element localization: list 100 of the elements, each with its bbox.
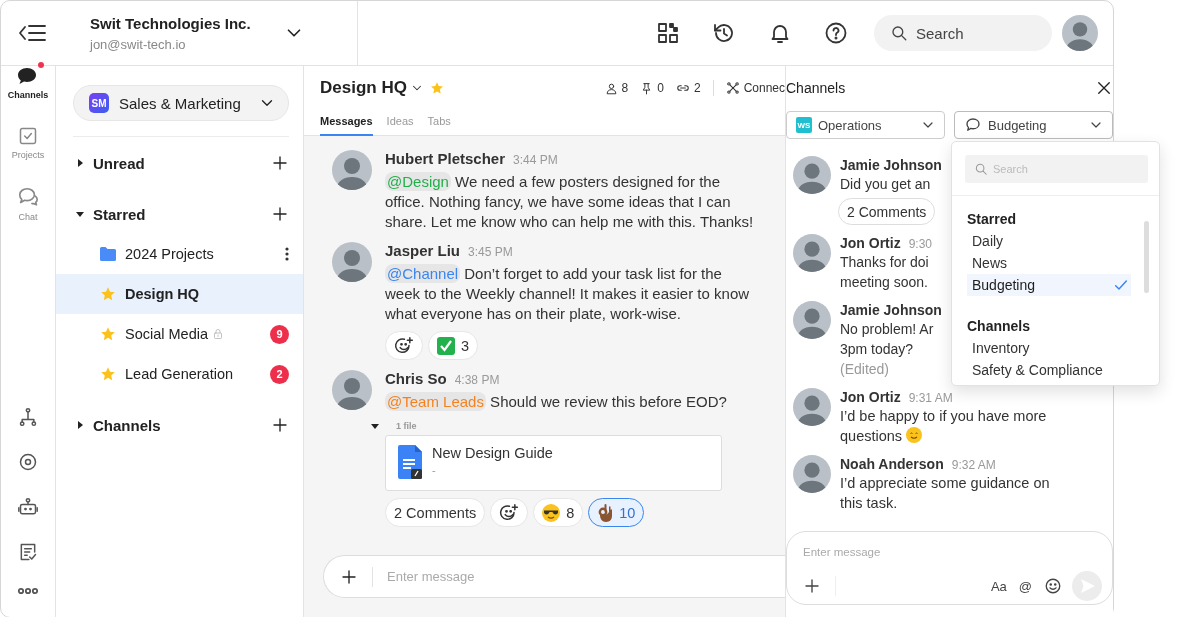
caret-down-icon[interactable]	[76, 210, 84, 218]
add-reaction-icon	[394, 335, 414, 356]
author-name: Chris So	[385, 370, 447, 387]
dropdown-item[interactable]: Safety & Compliance	[967, 359, 1131, 381]
dropdown-item[interactable]: News	[967, 252, 1131, 274]
avatar	[332, 370, 372, 410]
channel-item[interactable]: Social Media 9	[56, 314, 303, 354]
author-name: Jamie Johnson	[840, 302, 942, 318]
file-detail: -	[432, 464, 437, 476]
file-count: 1 file	[396, 421, 417, 431]
nav-item[interactable]: Chat	[1, 186, 55, 246]
smile-emoji-icon	[906, 427, 923, 443]
add-icon	[271, 154, 289, 172]
format-button[interactable]: Aa	[990, 578, 1007, 594]
author-name: Jon Ortiz	[840, 235, 901, 251]
avatar	[793, 388, 831, 426]
workspace-select[interactable]: WS Operations	[786, 111, 945, 139]
add-icon	[271, 416, 289, 434]
message-composer[interactable]: Enter message	[323, 555, 785, 598]
mention-button[interactable]: @	[1018, 578, 1032, 594]
chat-bubble-icon	[17, 66, 39, 86]
links-count[interactable]: 2	[675, 81, 701, 95]
scrollbar[interactable]	[1144, 221, 1149, 293]
apps-grid-icon	[656, 21, 680, 45]
section-title: Unread	[93, 154, 146, 172]
reaction-button[interactable]: 3	[428, 331, 479, 360]
search-field[interactable]: Search	[874, 15, 1052, 51]
file-name: New Design Guide	[432, 445, 553, 461]
avatar	[332, 242, 372, 282]
org-name: Swit Technologies Inc.	[90, 14, 252, 32]
dropdown-item[interactable]: Budgeting	[967, 274, 1131, 296]
add-reaction-button[interactable]	[490, 498, 529, 527]
connect-button[interactable]: Connec	[725, 81, 785, 95]
reaction-button[interactable]: 10	[588, 498, 645, 527]
author-name: Jon Ortiz	[840, 389, 901, 405]
section-title: Channels	[93, 416, 162, 434]
close-icon[interactable]	[1095, 79, 1113, 97]
message-time: 3:44 PM	[513, 153, 558, 167]
org-chart-icon[interactable]	[18, 407, 38, 427]
star-icon	[429, 81, 444, 95]
star-icon	[100, 286, 116, 302]
tab[interactable]: Messages	[320, 115, 373, 136]
workspace-selector[interactable]: SM Sales & Marketing	[73, 85, 289, 121]
message-text: Did you get an	[840, 175, 932, 194]
workspace-badge: WS	[796, 117, 812, 133]
message-time: 9:31 AM	[908, 391, 953, 405]
plus-icon	[803, 577, 821, 595]
dropdown-item[interactable]: Daily	[967, 230, 1131, 252]
message-time: 3:45 PM	[468, 245, 513, 259]
help-icon	[824, 21, 848, 45]
nav-item[interactable]: Projects	[1, 126, 55, 186]
message-text: I’d appreciate some guidance on this task.	[840, 474, 1051, 513]
message-text: I’d be happy to if you have more questions	[840, 407, 1048, 446]
avatar	[793, 455, 831, 493]
lock-icon	[212, 328, 224, 340]
members-icon	[604, 81, 618, 95]
author-name: Hubert Pletscher	[385, 150, 506, 167]
channel-item[interactable]: 2024 Projects	[56, 234, 303, 274]
channel-select[interactable]: Budgeting	[954, 111, 1113, 139]
emoji-icon[interactable]	[1044, 577, 1062, 595]
pins-count[interactable]: 0	[640, 81, 664, 95]
channel-item[interactable]: Lead Generation 2	[56, 354, 303, 394]
author-name: Jamie Johnson	[840, 157, 942, 173]
group-title: Starred	[967, 211, 1018, 227]
nav-item[interactable]: Channels	[1, 66, 55, 126]
panel-title: Channels	[786, 80, 846, 96]
star-icon	[100, 326, 116, 342]
checklist-icon[interactable]	[18, 542, 38, 562]
message-text: Thanks for doi	[840, 253, 930, 272]
message-composer[interactable]: Enter message Aa @	[786, 531, 1113, 605]
connect-icon	[725, 81, 740, 95]
channel-item[interactable]: Design HQ	[56, 274, 303, 314]
caret-down-icon[interactable]	[371, 422, 379, 430]
comments-button[interactable]: 2 Comments	[385, 498, 486, 527]
target-icon[interactable]	[18, 452, 38, 472]
dropdown-item[interactable]: Inventory	[967, 337, 1131, 359]
reaction-button[interactable]: 8	[533, 498, 584, 527]
add-reaction-button[interactable]	[385, 331, 423, 360]
caret-right-icon[interactable]	[76, 421, 84, 429]
avatar	[793, 301, 831, 339]
edited-label: (Edited)	[840, 360, 891, 379]
add-icon	[271, 205, 289, 223]
more-options-icon[interactable]	[285, 247, 289, 261]
message-text: @Channel Don’t forget to add your task list for the week to the Weekly channel! It makes it easier to know what everyone has on their plate, work-wise.	[385, 264, 751, 324]
history-icon	[712, 21, 736, 45]
document-link-icon	[398, 445, 422, 479]
section-title: Starred	[93, 205, 147, 223]
message-time: 9:30	[908, 237, 933, 251]
robot-icon[interactable]	[18, 497, 38, 517]
message-text: 3pm today?	[840, 340, 915, 359]
message-input[interactable]: Enter message	[387, 569, 785, 584]
author-name: Jasper Liu	[385, 242, 461, 259]
avatar	[332, 150, 372, 190]
members-count[interactable]: 8	[604, 81, 629, 95]
message-input[interactable]: Enter message	[803, 546, 1003, 558]
more-icon[interactable]	[18, 587, 38, 595]
caret-right-icon[interactable]	[76, 159, 84, 167]
search-icon	[890, 24, 908, 42]
chat-bubbles-icon	[17, 186, 39, 208]
file-card[interactable]: New Design Guide -	[385, 435, 722, 491]
